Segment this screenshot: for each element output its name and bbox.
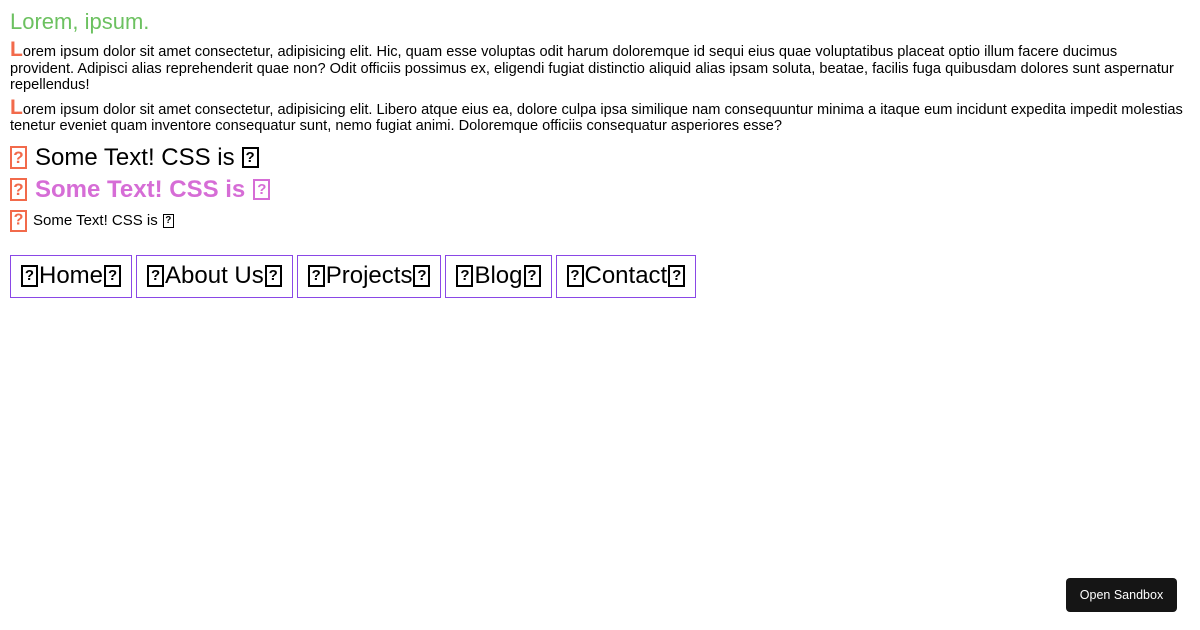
nav-item-label: About Us [165, 262, 264, 289]
dropcap: L [10, 38, 23, 61]
nav-item-label: Blog [474, 262, 523, 289]
nav-item-home[interactable]: Home [10, 254, 133, 298]
nav-item-projects[interactable]: Projects [296, 254, 442, 298]
paragraph-text: orem ipsum dolor sit amet consectetur, a… [10, 44, 1174, 93]
nav-item-label: Contact [584, 262, 668, 289]
missing-glyph-icon [566, 265, 584, 287]
missing-glyph-icon [264, 265, 282, 287]
nav-item-label: Projects [325, 262, 413, 289]
paragraph-1: Lorem ipsum dolor sit amet consectetur, … [10, 39, 1185, 94]
missing-glyph-icon [104, 265, 122, 287]
paragraph-2: Lorem ipsum dolor sit amet consectetur, … [10, 97, 1185, 135]
missing-glyph-icon [241, 147, 259, 168]
open-sandbox-button[interactable]: Open Sandbox [1066, 578, 1177, 612]
dropcap: L [10, 95, 23, 119]
nav-item-about-us[interactable]: About Us [136, 254, 293, 298]
missing-glyph-icon [413, 265, 431, 287]
nav-item-contact[interactable]: Contact [555, 254, 697, 298]
page: Lorem, ipsum. Lorem ipsum dolor sit amet… [0, 0, 1200, 630]
css-text-line-small: Some Text! CSS is [10, 206, 1190, 236]
css-text: Some Text! CSS is [33, 212, 158, 229]
nav-bar: Home About Us Projects Blog Contact [10, 254, 1190, 298]
missing-glyph-icon [523, 265, 541, 287]
nav-item-blog[interactable]: Blog [445, 254, 552, 298]
css-text-line-large: Some Text! CSS is [10, 142, 1190, 174]
missing-glyph-icon [147, 265, 165, 287]
paragraph-text: orem ipsum dolor sit amet consectetur, a… [10, 101, 1183, 135]
css-text-line-bold: Some Text! CSS is [10, 174, 1190, 206]
missing-glyph-icon [253, 179, 271, 200]
missing-glyph-icon [21, 265, 38, 287]
css-text: Some Text! CSS is [35, 143, 235, 171]
page-heading: Lorem, ipsum. [10, 9, 150, 34]
css-text: Some Text! CSS is [35, 175, 246, 203]
missing-glyph-icon [456, 265, 474, 287]
missing-glyph-icon [668, 265, 686, 287]
missing-glyph-icon [10, 209, 27, 232]
missing-glyph-icon [162, 213, 174, 228]
missing-glyph-icon [307, 265, 325, 287]
nav-item-label: Home [39, 262, 104, 289]
missing-glyph-icon [10, 146, 27, 169]
missing-glyph-icon [10, 178, 27, 201]
